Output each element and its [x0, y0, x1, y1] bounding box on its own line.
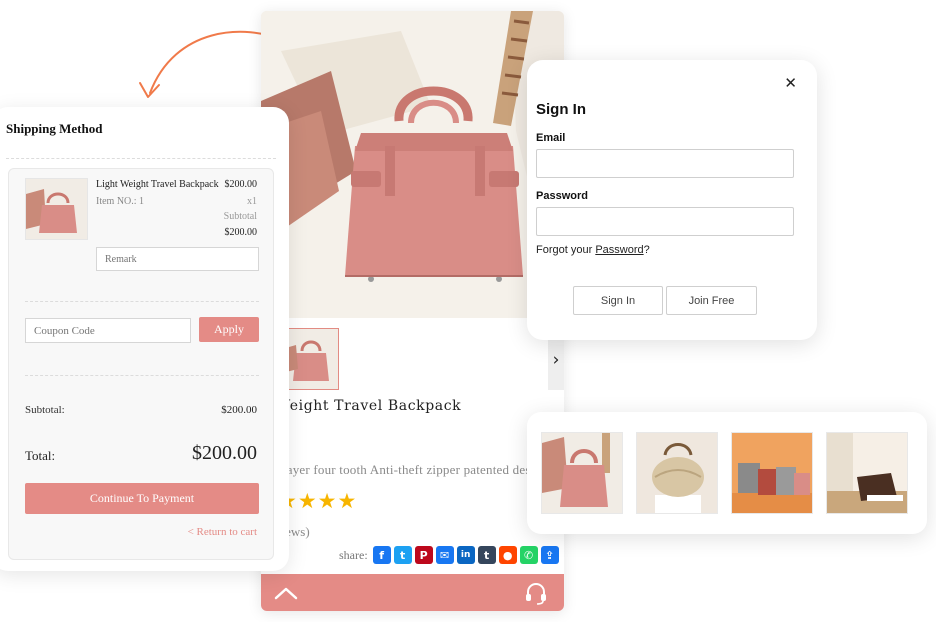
- product-gallery: [527, 412, 927, 534]
- twitter-icon[interactable]: t: [393, 546, 412, 564]
- star-icon: ★: [297, 489, 317, 513]
- email-field[interactable]: [536, 149, 794, 178]
- forgot-password-link[interactable]: Password: [595, 244, 643, 256]
- gallery-image-brown-bag[interactable]: [826, 432, 908, 514]
- rating-stars: ★ ★ ★ ★: [278, 489, 357, 513]
- item-subtotal-value: $200.00: [224, 227, 258, 238]
- share-bar: share: f t P ✉ in t ● ✆ ⇪: [339, 544, 559, 566]
- order-summary: Light Weight Travel Backpack Item NO.: 1…: [8, 168, 274, 560]
- total-value: $200.00: [192, 442, 257, 464]
- chevron-up-icon[interactable]: [274, 586, 298, 600]
- continue-to-payment-button[interactable]: Continue To Payment: [25, 483, 259, 514]
- password-field[interactable]: [536, 207, 794, 236]
- item-thumbnail: [25, 178, 88, 240]
- bottom-action-bar: [261, 574, 564, 611]
- item-subtotal-label: Subtotal: [223, 211, 257, 222]
- password-label: Password: [536, 190, 588, 202]
- signin-button[interactable]: Sign In: [573, 286, 663, 315]
- divider: [25, 375, 259, 376]
- star-icon: ★: [337, 489, 357, 513]
- shipping-panel: Shipping Method Light Weight Travel Back…: [0, 107, 289, 571]
- share-icon[interactable]: ⇪: [540, 546, 559, 564]
- total-label: Total:: [25, 448, 56, 463]
- item-price: $200.00: [224, 179, 258, 190]
- email-label: Email: [536, 132, 566, 144]
- product-title: nt Weight Travel Backpack: [261, 398, 462, 414]
- gallery-image-woven-bag[interactable]: [636, 432, 718, 514]
- coupon-input[interactable]: [25, 318, 191, 343]
- shipping-title: Shipping Method: [6, 121, 103, 136]
- forgot-suffix: ?: [643, 244, 650, 256]
- item-quantity: x1: [247, 196, 257, 207]
- star-icon: ★: [317, 489, 337, 513]
- tumblr-icon[interactable]: t: [477, 546, 496, 564]
- return-to-cart-link[interactable]: < Return to cart: [188, 526, 257, 538]
- signin-title: Sign In: [536, 101, 586, 118]
- subtotal-label: Subtotal:: [25, 404, 65, 416]
- facebook-icon[interactable]: f: [372, 546, 391, 564]
- headset-icon[interactable]: [524, 581, 548, 605]
- gallery-image-bag-collection[interactable]: [731, 432, 813, 514]
- share-label: share:: [339, 547, 368, 562]
- whatsapp-icon[interactable]: ✆: [519, 546, 538, 564]
- product-description: ble layer four tooth Anti-theft zipper p…: [263, 462, 542, 477]
- signin-modal: ✕ Sign In Email Password Forgot your Pas…: [527, 60, 817, 340]
- item-name: Light Weight Travel Backpack: [96, 179, 219, 190]
- join-free-button[interactable]: Join Free: [666, 286, 757, 315]
- close-icon[interactable]: ✕: [784, 74, 797, 92]
- pinterest-icon[interactable]: P: [414, 546, 433, 564]
- remark-input[interactable]: [96, 247, 259, 271]
- thumbnail-selected[interactable]: [281, 328, 339, 390]
- gallery-image-pink-bag[interactable]: [541, 432, 623, 514]
- subtotal-value: $200.00: [221, 404, 257, 416]
- forgot-prefix: Forgot your: [536, 244, 596, 256]
- forgot-password-text: Forgot your Password?: [536, 244, 650, 256]
- product-page: › nt Weight Travel Backpack ble layer fo…: [261, 11, 564, 611]
- apply-coupon-button[interactable]: Apply: [199, 317, 259, 342]
- thumbnail-strip: ›: [261, 328, 564, 392]
- item-number: Item NO.: 1: [96, 196, 145, 207]
- divider: [25, 301, 259, 302]
- product-hero-image: [261, 11, 564, 318]
- reddit-icon[interactable]: ●: [498, 546, 517, 564]
- linkedin-icon[interactable]: in: [456, 546, 475, 564]
- divider: [6, 158, 276, 159]
- email-icon[interactable]: ✉: [435, 546, 454, 564]
